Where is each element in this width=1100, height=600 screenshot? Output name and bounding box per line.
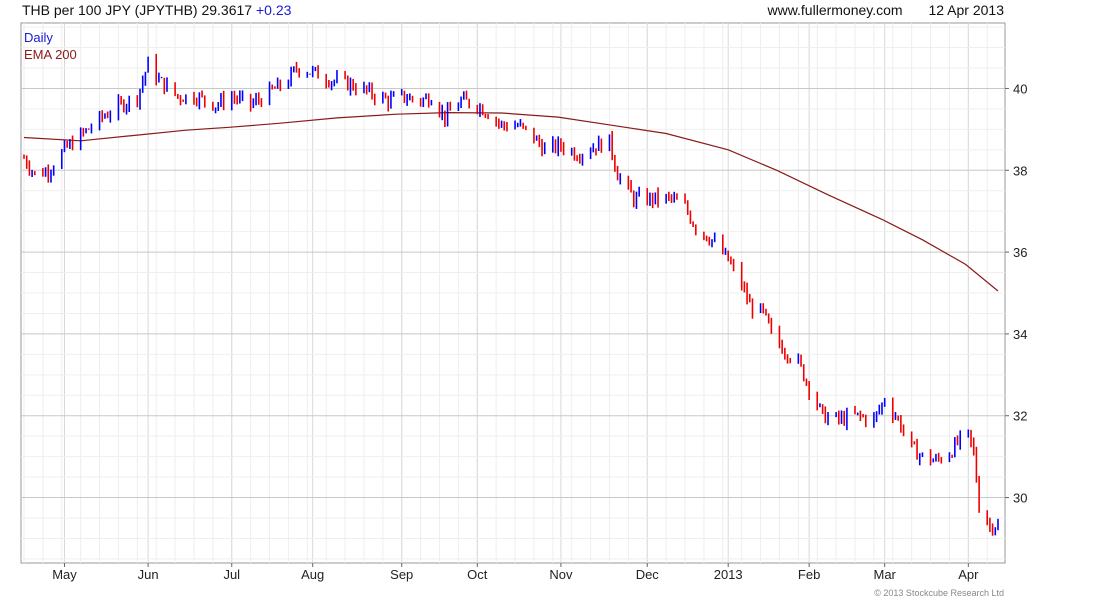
y-tick-label: 40 xyxy=(1013,81,1027,96)
x-tick-label: Oct xyxy=(467,567,488,582)
y-tick-label: 30 xyxy=(1013,491,1027,506)
legend: Daily EMA 200 xyxy=(24,29,77,63)
x-tick-label: Nov xyxy=(549,567,573,582)
x-tick-label: 2013 xyxy=(714,567,743,582)
x-axis: May Jun Jul Aug Sep Oct Nov Dec 2013 Feb Mar Apr xyxy=(52,563,979,582)
y-tick-label: 32 xyxy=(1013,409,1027,424)
copyright: © 2013 Stockcube Research Ltd xyxy=(874,588,1004,598)
x-tick-label: Sep xyxy=(390,567,413,582)
legend-daily: Daily xyxy=(24,30,53,45)
x-tick-label: May xyxy=(52,567,77,582)
x-tick-label: Feb xyxy=(798,567,820,582)
y-tick-label: 38 xyxy=(1013,163,1027,178)
x-tick-label: Jul xyxy=(223,567,240,582)
y-tick-label: 36 xyxy=(1013,245,1027,260)
x-tick-label: Aug xyxy=(301,567,324,582)
y-tick-label: 34 xyxy=(1013,327,1027,342)
x-tick-label: Jun xyxy=(138,567,159,582)
x-tick-label: Mar xyxy=(873,567,896,582)
x-tick-label: Dec xyxy=(636,567,660,582)
x-tick-label: Apr xyxy=(958,567,979,582)
y-axis: 30 32 34 36 38 40 xyxy=(1005,81,1027,506)
legend-ema: EMA 200 xyxy=(24,47,77,62)
price-chart: 30 32 34 36 38 40 May Jun Jul Aug Sep Oct Nov Dec 201… xyxy=(20,22,1027,582)
